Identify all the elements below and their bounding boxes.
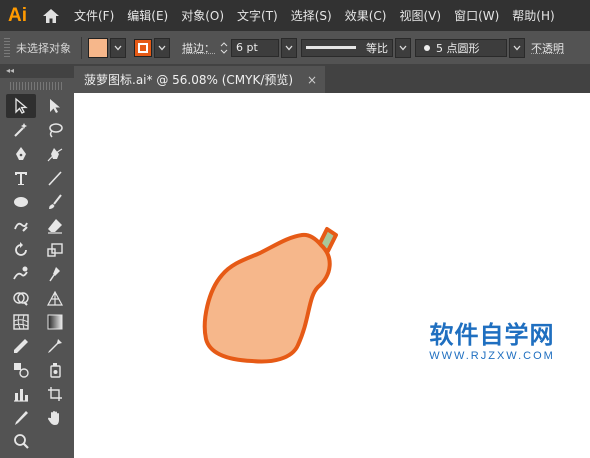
paintbrush-tool-icon[interactable] xyxy=(40,190,70,214)
selection-status: 未选择对象 xyxy=(16,41,71,55)
shaper-tool-icon[interactable] xyxy=(6,214,36,238)
chevron-down-icon xyxy=(285,45,293,50)
brush-dropdown[interactable] xyxy=(509,37,525,58)
menu-help[interactable]: 帮助(H) xyxy=(512,7,554,24)
watermark-title: 软件自学网 xyxy=(429,321,555,349)
stroke-dropdown[interactable] xyxy=(154,37,170,58)
chevron-down-icon xyxy=(513,45,521,50)
lasso-tool-icon[interactable] xyxy=(40,118,70,142)
divider xyxy=(81,36,82,59)
zoom-tool-icon[interactable] xyxy=(6,430,36,454)
app-logo: Ai xyxy=(8,4,27,26)
stroke-weight-field[interactable]: 6 pt xyxy=(231,38,279,57)
line-segment-tool-icon[interactable] xyxy=(40,166,70,190)
puppet-warp-tool-icon[interactable] xyxy=(40,262,70,286)
watermark: 软件自学网 WWW.RJZXW.COM xyxy=(417,321,567,362)
column-graph-tool-icon[interactable] xyxy=(6,382,36,406)
panel-grip[interactable] xyxy=(4,37,10,58)
eyedropper-tool-icon[interactable] xyxy=(6,334,36,358)
papaya-artwork[interactable] xyxy=(194,215,354,375)
artboard-canvas[interactable]: 软件自学网 WWW.RJZXW.COM xyxy=(74,93,590,458)
pen-tool-icon[interactable] xyxy=(6,142,36,166)
document-tab-title: 菠萝图标.ai* @ 56.08% (CMYK/预览) xyxy=(84,73,294,87)
slice-tool-icon[interactable] xyxy=(6,406,36,430)
chevron-down-icon xyxy=(158,45,166,50)
ellipse-tool-icon[interactable] xyxy=(6,190,36,214)
brush-dot-icon xyxy=(424,44,430,51)
eraser-tool-icon[interactable] xyxy=(40,214,70,238)
document-tab-bar: 菠萝图标.ai* @ 56.08% (CMYK/预览) × xyxy=(74,64,590,93)
measure-tool-icon[interactable] xyxy=(40,334,70,358)
artboard-tool-icon[interactable] xyxy=(40,382,70,406)
control-bar: 未选择对象 描边： 6 pt 等比 5 点圆形 不透明 xyxy=(0,31,590,65)
fill-dropdown[interactable] xyxy=(110,37,126,58)
tools-panel: ◂◂ xyxy=(0,64,74,458)
menu-object[interactable]: 对象(O) xyxy=(181,7,224,24)
gradient-tool-icon[interactable] xyxy=(40,310,70,334)
close-icon[interactable]: × xyxy=(307,73,317,87)
menu-select[interactable]: 选择(S) xyxy=(291,7,332,24)
profile-line-sample xyxy=(306,46,356,49)
selection-tool-icon[interactable] xyxy=(6,94,36,118)
scale-tool-icon[interactable] xyxy=(40,238,70,262)
stroke-swatch[interactable] xyxy=(134,38,152,57)
symbol-sprayer-tool-icon[interactable] xyxy=(40,358,70,382)
tools-grip[interactable] xyxy=(10,82,64,90)
brush-label: 5 点圆形 xyxy=(436,41,480,55)
fill-swatch[interactable] xyxy=(88,37,108,58)
menu-file[interactable]: 文件(F) xyxy=(74,7,114,24)
stroke-weight-value: 6 pt xyxy=(236,41,258,54)
warp-tool-icon[interactable] xyxy=(6,262,36,286)
direct-selection-tool-icon[interactable] xyxy=(40,94,70,118)
curvature-tool-icon[interactable] xyxy=(40,142,70,166)
home-icon[interactable] xyxy=(40,5,62,27)
chevron-down-icon xyxy=(399,45,407,50)
brush-definition[interactable]: 5 点圆形 xyxy=(415,38,507,57)
stroke-weight-spinner[interactable] xyxy=(219,39,229,57)
menu-window[interactable]: 窗口(W) xyxy=(454,7,499,24)
magic-wand-tool-icon[interactable] xyxy=(6,118,36,142)
perspective-grid-tool-icon[interactable] xyxy=(40,286,70,310)
opacity-label[interactable]: 不透明 xyxy=(531,40,564,56)
watermark-url: WWW.RJZXW.COM xyxy=(429,350,555,362)
profile-label: 等比 xyxy=(366,41,388,55)
stroke-weight-dropdown[interactable] xyxy=(281,37,297,58)
document-tab[interactable]: 菠萝图标.ai* @ 56.08% (CMYK/预览) × xyxy=(74,66,326,93)
variable-width-profile[interactable]: 等比 xyxy=(301,38,393,57)
type-tool-icon[interactable] xyxy=(6,166,36,190)
rotate-tool-icon[interactable] xyxy=(6,238,36,262)
shape-builder-tool-icon[interactable] xyxy=(6,286,36,310)
tools-collapse-button[interactable]: ◂◂ xyxy=(0,64,74,78)
papaya-body xyxy=(202,232,332,364)
menu-type[interactable]: 文字(T) xyxy=(237,7,278,24)
profile-dropdown[interactable] xyxy=(395,37,411,58)
chevron-down-icon xyxy=(114,45,122,50)
menu-edit[interactable]: 编辑(E) xyxy=(127,7,168,24)
mesh-tool-icon[interactable] xyxy=(6,310,36,334)
stroke-swatch-inner xyxy=(138,42,148,53)
menu-view[interactable]: 视图(V) xyxy=(399,7,441,24)
stroke-label[interactable]: 描边： xyxy=(182,40,215,56)
hand-tool-icon[interactable] xyxy=(40,406,70,430)
menu-bar: Ai 文件(F) 编辑(E) 对象(O) 文字(T) 选择(S) 效果(C) 视… xyxy=(0,0,590,31)
blend-tool-icon[interactable] xyxy=(6,358,36,382)
menu-effect[interactable]: 效果(C) xyxy=(345,7,387,24)
